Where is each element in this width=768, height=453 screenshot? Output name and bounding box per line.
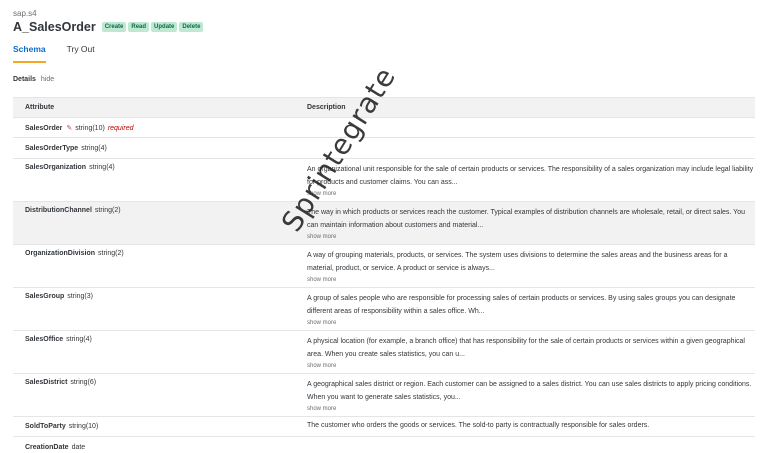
entity-title: A_SalesOrder <box>13 20 96 34</box>
table-row: SalesGroup string(3) A group of sales peo… <box>13 288 755 331</box>
attribute-name: SalesOrganization <box>25 164 87 171</box>
attribute-name: SalesOrder <box>25 124 63 132</box>
badge-create: Create <box>101 22 127 32</box>
badge-update: Update <box>151 22 178 32</box>
tab-schema[interactable]: Schema <box>13 44 46 63</box>
attribute-description: A geographical sales district or region.… <box>307 381 752 401</box>
attribute-type: string(10) <box>75 124 105 132</box>
attribute-name: SalesOffice <box>25 336 64 343</box>
required-label: required <box>107 124 134 132</box>
attribute-name: SalesGroup <box>25 293 65 300</box>
attribute-name: DistributionChannel <box>25 207 92 214</box>
attribute-description: The customer who orders the goods or ser… <box>307 422 650 430</box>
column-header-attribute: Attribute <box>25 104 55 111</box>
attribute-name: SalesDistrict <box>25 379 68 386</box>
attribute-type: string(4) <box>81 144 107 152</box>
table-row: OrganizationDivision string(2) A way of g… <box>13 245 755 288</box>
show-more-link[interactable]: show more <box>307 232 755 242</box>
show-more-link[interactable]: show more <box>307 275 755 285</box>
pencil-icon: ✎ <box>66 124 73 132</box>
table-row: SalesOrderType string(4) <box>13 138 755 159</box>
attribute-type: string(10) <box>68 423 99 430</box>
attribute-name: SoldToParty <box>25 423 66 430</box>
entity-header: sap.s4 A_SalesOrder Create Read Update D… <box>13 9 204 34</box>
attribute-type: date <box>71 443 86 451</box>
attribute-type: string(4) <box>89 164 115 171</box>
tab-bar: Schema Try Out <box>13 44 116 63</box>
attribute-description: A way of grouping materials, products, o… <box>307 252 728 272</box>
table-row: SalesDistrict string(6) A geographical sa… <box>13 374 755 417</box>
badge-read: Read <box>128 22 150 32</box>
attribute-name: SalesOrderType <box>25 144 79 152</box>
attribute-description: A group of sales people who are responsi… <box>307 295 736 315</box>
table-row: SoldToParty string(10) The customer who o… <box>13 417 755 437</box>
attribute-description: An organizational unit responsible for t… <box>307 166 754 186</box>
attribute-type: string(4) <box>66 336 92 343</box>
table-row: SalesOrganization string(4) An organizati… <box>13 159 755 202</box>
attribute-type: string(2) <box>94 207 121 214</box>
tab-try-out[interactable]: Try Out <box>67 44 95 63</box>
column-header-description: Description <box>307 104 346 111</box>
attribute-name: OrganizationDivision <box>25 250 96 257</box>
table-row: DistributionChannel string(2) The way in … <box>13 202 755 245</box>
table-row: SalesOffice string(4) A physical location… <box>13 331 755 374</box>
show-more-link[interactable]: show more <box>307 318 755 328</box>
show-more-link[interactable]: show more <box>307 361 755 371</box>
namespace-label: sap.s4 <box>13 9 37 18</box>
hide-details-link[interactable]: hide <box>41 76 54 83</box>
attributes-table: Attribute Description SalesOrder ✎ string(… <box>13 97 755 453</box>
table-header: Attribute Description <box>13 97 755 118</box>
show-more-link[interactable]: show more <box>307 189 755 199</box>
operation-badges: Create Read Update Delete <box>101 22 204 32</box>
badge-delete: Delete <box>179 22 204 32</box>
attribute-type: string(2) <box>98 250 124 257</box>
attribute-description: A physical location (for example, a bran… <box>307 338 745 358</box>
attribute-name: CreationDate <box>25 443 69 451</box>
details-label: Details <box>13 76 36 83</box>
table-row: CreationDate date <box>13 437 755 453</box>
attribute-type: string(3) <box>67 293 93 300</box>
attribute-description: The way in which products or services re… <box>307 209 745 229</box>
attribute-type: string(6) <box>70 379 97 386</box>
table-row: SalesOrder ✎ string(10) required <box>13 118 755 138</box>
details-section: Details hide <box>13 76 54 83</box>
show-more-link[interactable]: show more <box>307 404 755 414</box>
